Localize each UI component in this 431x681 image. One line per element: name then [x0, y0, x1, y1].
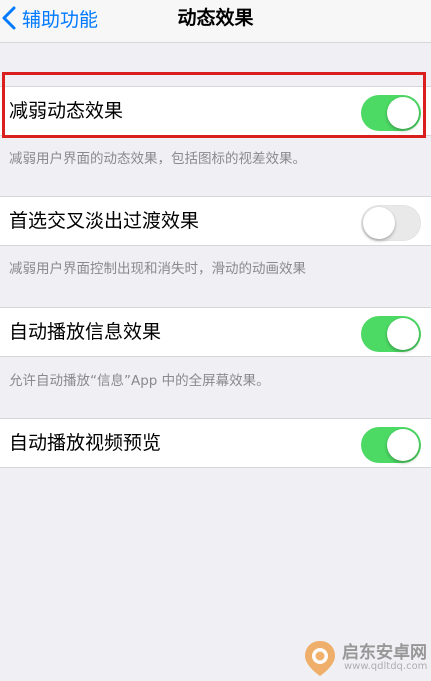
setting-label: 首选交叉淡出过渡效果 — [9, 210, 200, 232]
pin-logo-icon — [305, 641, 335, 676]
watermark-url: www.qdltdq.com — [344, 661, 428, 672]
watermark-text: 启东安卓网 — [342, 643, 427, 663]
auto-play-message-effects-toggle[interactable] — [361, 316, 421, 352]
setting-label: 自动播放信息效果 — [9, 321, 162, 343]
auto-play-video-previews-toggle[interactable] — [361, 427, 421, 463]
navigation-bar: 辅助功能 动态效果 — [0, 0, 431, 43]
toggle-knob — [363, 206, 395, 239]
setting-row-auto-play-video-previews: 自动播放视频预览 — [0, 418, 431, 468]
toggle-knob — [387, 429, 419, 461]
toggle-knob — [387, 97, 419, 129]
page-title: 动态效果 — [177, 7, 254, 29]
reduce-motion-toggle[interactable] — [361, 95, 421, 131]
setting-label: 减弱动态效果 — [9, 100, 124, 122]
setting-footnote: 允许自动播放“信息”App 中的全屏幕效果。 — [9, 373, 270, 389]
setting-label: 自动播放视频预览 — [9, 432, 162, 454]
setting-row-cross-fade: 首选交叉淡出过渡效果 — [0, 196, 431, 246]
cross-fade-toggle[interactable] — [361, 205, 421, 241]
setting-row-auto-play-message-effects: 自动播放信息效果 — [0, 307, 431, 357]
setting-footnote: 减弱用户界面的动态效果，包括图标的视差效果。 — [9, 151, 306, 167]
setting-row-reduce-motion: 减弱动态效果 — [0, 86, 431, 136]
watermark: 启东安卓网 www.qdltdq.com — [300, 636, 430, 680]
setting-footnote: 减弱用户界面控制出现和消失时，滑动的动画效果 — [9, 261, 306, 277]
toggle-knob — [387, 318, 419, 350]
